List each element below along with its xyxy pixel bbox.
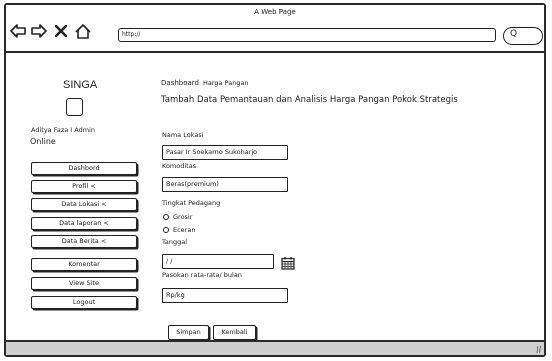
pasokan-field[interactable]: Rp/kg [162,288,288,303]
breadcrumb-current: Harga Pangan [202,79,249,87]
sidebar-item-data-berita[interactable]: Data Berita < [31,235,137,248]
breadcrumb: Dashboard Harga Pangan [161,79,249,87]
url-input[interactable]: http:// [118,28,496,42]
pasokan-label: Pasokan rata-rata/ bulan [162,271,242,279]
radio-eceran[interactable]: Eceran [163,226,195,234]
back-button[interactable]: Kembali [213,325,256,340]
calendar-icon[interactable] [281,255,295,270]
page-title: Tambah Data Pemantauan dan Analisis Harg… [161,95,458,105]
sidebar-item-komentar[interactable]: Komentar [31,258,137,271]
radio-eceran-label: Eceran [173,226,196,234]
sidebar-item-view-site[interactable]: View Site [31,277,137,290]
sidebar-item-logout[interactable]: Logout [31,296,137,309]
lokasi-label: Nama Lokasi [162,131,204,139]
close-icon[interactable] [54,23,68,39]
avatar [66,98,83,116]
admin-name: Aditya Faza I Admin [31,126,95,134]
status-bar: // [6,340,544,355]
home-icon[interactable] [74,23,92,39]
lokasi-field[interactable]: Pasar Ir Soekarno Sukoharjo [162,145,288,160]
forward-arrow-icon[interactable] [31,23,47,39]
sidebar-item-profil[interactable]: Profil < [31,180,137,193]
radio-grosir-label: Grosir [173,213,193,221]
browser-search-button[interactable]: Q [503,27,543,45]
resize-grip-icon[interactable]: // [535,345,542,355]
brand-logo-text: SINGA [63,79,98,91]
radio-grosir[interactable]: Grosir [163,213,192,221]
tanggal-field[interactable]: / / [162,254,274,269]
pedagang-label: Tingkat Pedagang [162,199,221,207]
save-button[interactable]: Simpan [168,325,209,340]
back-arrow-icon[interactable] [10,23,26,39]
radio-circle-icon [163,214,169,220]
radio-circle-icon [163,227,169,233]
sidebar-item-data-lokasi[interactable]: Data Lokasi < [31,198,137,211]
sidebar-item-dashboard[interactable]: Dashbord [31,162,137,175]
admin-status: Online [30,137,56,146]
komoditas-label: Komoditas [162,162,197,170]
window-title: A Web Page [254,8,296,16]
search-icon: Q [510,29,518,39]
komoditas-field[interactable]: Beras(premium) [162,177,288,192]
browser-titlebar: A Web Page http:// Q [6,5,544,53]
sidebar-item-data-laporan[interactable]: Data laporan < [31,217,137,230]
breadcrumb-root[interactable]: Dashboard [161,79,199,87]
tanggal-label: Tanggal [162,238,188,246]
browser-window: A Web Page http:// Q SINGA Aditya Faza I… [4,3,546,357]
